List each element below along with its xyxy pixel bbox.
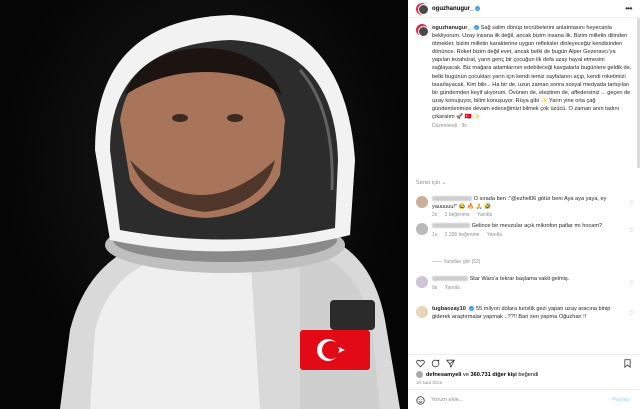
author-avatar[interactable] <box>416 2 429 15</box>
share-icon[interactable] <box>446 359 455 368</box>
view-replies-link[interactable]: —— Yanıtları gör (52) <box>432 259 480 265</box>
comment-input[interactable]: Yorum ekle... <box>431 397 463 403</box>
comment-username[interactable]: tugbaozay10 <box>432 306 466 312</box>
post-actions: defnesamyeli ve 360.731 diğer kişi beğen… <box>408 354 640 409</box>
heart-icon[interactable]: ♡ <box>629 227 634 234</box>
comment-likes[interactable]: 2.336 beğenme <box>445 232 480 238</box>
bookmark-icon[interactable] <box>623 359 632 368</box>
comment: tugbaozay10 ✓ 55 milyon dolara turistik … <box>416 306 636 321</box>
liker-username[interactable]: defnesamyeli <box>426 372 461 378</box>
verified-badge-icon: ✓ <box>474 25 480 31</box>
emoji-icon[interactable] <box>416 395 425 405</box>
comment-text: Gelince bir mevzular açık mikrofon patla… <box>471 223 603 229</box>
reply-button[interactable]: Yanıtla <box>477 212 492 218</box>
post-photo[interactable] <box>0 0 408 409</box>
view-replies-label[interactable]: Yanıtları gör (52) <box>443 259 480 265</box>
heart-icon[interactable]: ♡ <box>629 310 634 317</box>
comment-text: Star Wars'a tekrar başlama vakti gelmiş. <box>469 276 570 282</box>
astronaut-illustration <box>60 15 400 409</box>
comment-icon[interactable] <box>431 359 440 368</box>
likes-connector: ve <box>463 371 469 378</box>
post-comment-button[interactable]: Paylaş <box>612 397 630 403</box>
comment-likes[interactable]: 2 beğenme <box>445 212 470 218</box>
likes-summary: defnesamyeli ve 360.731 diğer kişi beğen… <box>416 371 538 378</box>
commenter-avatar[interactable] <box>416 196 428 208</box>
post-header: oguzhanugur_ ✓ ••• <box>408 0 640 18</box>
comment-age: 9s <box>432 284 438 291</box>
reply-button[interactable]: Yanıtla <box>487 232 502 238</box>
heart-icon[interactable] <box>416 359 425 368</box>
more-horizontal-icon[interactable]: ••• <box>625 4 632 13</box>
heart-icon[interactable]: ♡ <box>629 200 634 207</box>
post-side-panel: oguzhanugur_ ✓ ••• oguzhanugur_ ✓ Sağ sa… <box>408 0 640 409</box>
likes-count[interactable]: 360.731 diğer kişi <box>471 372 517 378</box>
comments-scroll-area[interactable]: oguzhanugur_ ✓ Sağ salim dönüp tecrübele… <box>408 18 640 354</box>
author-username[interactable]: oguzhanugur_ <box>432 6 473 12</box>
likes-suffix: beğendi <box>518 371 539 378</box>
liker-avatar[interactable] <box>416 371 423 378</box>
post-timestamp[interactable]: 10 saat önce <box>416 380 442 385</box>
comment: xxxxxxxx Star Wars'a tekrar başlama vakt… <box>416 276 636 292</box>
redacted-username[interactable]: xxxxxxxx <box>432 223 470 229</box>
caption-edited: Düzenlendi · 9s <box>432 123 467 130</box>
sort-selector[interactable]: Senin için ⌄ <box>416 180 447 186</box>
comment: xxxxxxxx O sırada ben :"@ezhel06 götür b… <box>416 196 636 220</box>
commenter-avatar[interactable] <box>416 223 428 235</box>
redacted-username[interactable]: xxxxxxxx <box>432 276 468 282</box>
reply-button[interactable]: Yanıtla <box>445 285 460 291</box>
comment: xxxxxxxx Gelince bir mevzular açık mikro… <box>416 223 636 239</box>
comment-age: 1s <box>432 231 438 238</box>
caption-text: Sağ salim dönüp tecrübelerini anlatmasın… <box>432 25 632 121</box>
replies-divider: —— <box>432 259 442 265</box>
commenter-avatar[interactable] <box>416 276 428 288</box>
redacted-username[interactable]: xxxxxxxx <box>432 196 472 202</box>
verified-badge-icon: ✓ <box>469 306 475 312</box>
instagram-post-modal: oguzhanugur_ ✓ ••• oguzhanugur_ ✓ Sağ sa… <box>0 0 640 409</box>
verified-badge-icon: ✓ <box>475 6 481 11</box>
post-caption: oguzhanugur_ ✓ Sağ salim dönüp tecrübele… <box>416 24 636 129</box>
caption-username[interactable]: oguzhanugur_ <box>432 25 471 31</box>
add-comment-bar: Yorum ekle... Paylaş <box>408 389 640 409</box>
caption-avatar[interactable] <box>416 24 429 37</box>
comment-age: 2s <box>432 212 438 218</box>
heart-icon[interactable]: ♡ <box>629 280 634 287</box>
commenter-avatar[interactable] <box>416 306 428 318</box>
